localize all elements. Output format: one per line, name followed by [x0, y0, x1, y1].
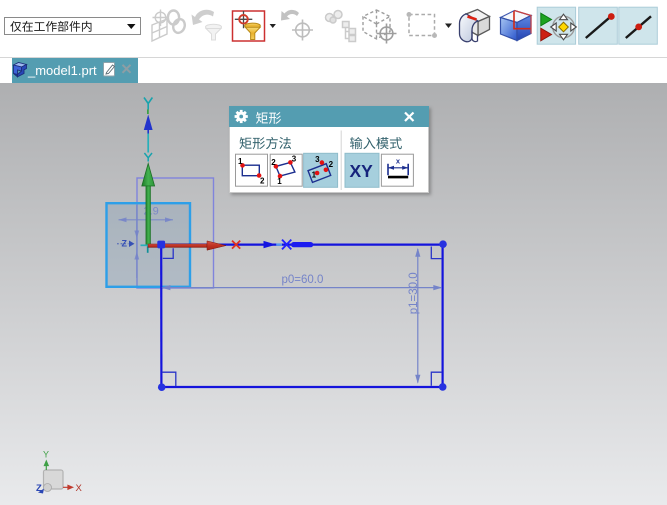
svg-text:1: 1	[238, 157, 243, 166]
svg-text:p1=30.0: p1=30.0	[408, 272, 420, 314]
svg-text:1: 1	[311, 170, 316, 179]
svg-text:X: X	[76, 483, 83, 494]
svg-text:2: 2	[271, 158, 276, 167]
svg-text:p0=60.0: p0=60.0	[282, 274, 324, 286]
svg-text:3: 3	[291, 154, 296, 163]
svg-text:Y: Y	[43, 450, 49, 460]
svg-text:2: 2	[260, 176, 265, 185]
svg-text:_model1.prt: _model1.prt	[27, 63, 97, 78]
svg-text:XY: XY	[349, 161, 373, 181]
svg-text:3: 3	[315, 154, 320, 163]
svg-text:2: 2	[328, 159, 333, 168]
svg-text:1: 1	[277, 177, 282, 186]
